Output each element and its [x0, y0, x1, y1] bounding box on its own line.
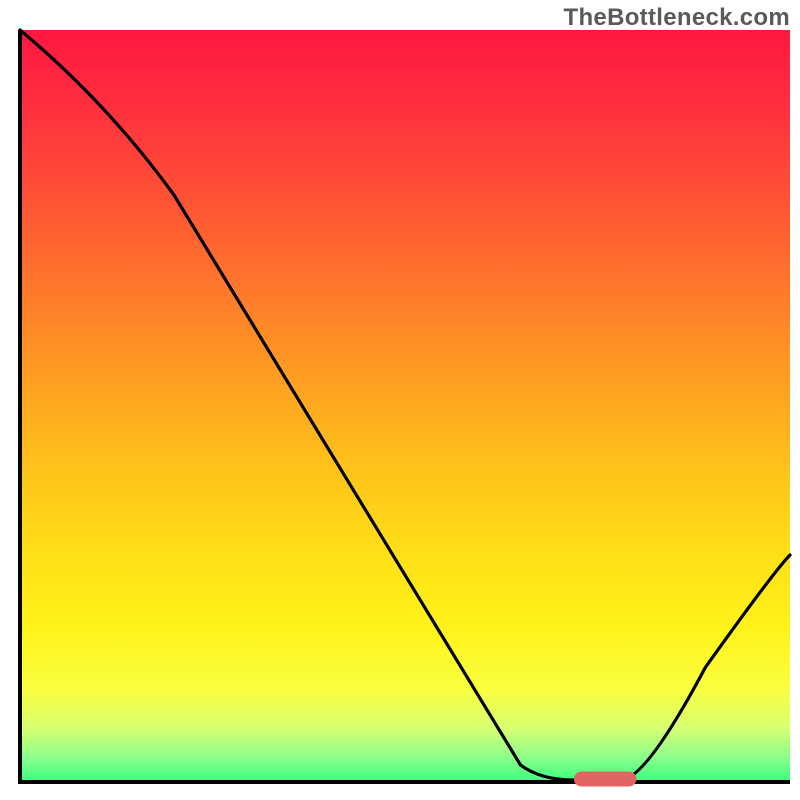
bottleneck-chart [0, 0, 800, 800]
plot-background [20, 30, 790, 780]
watermark-text: TheBottleneck.com [564, 4, 790, 32]
optimum-marker [574, 772, 636, 786]
chart-root: TheBottleneck.com [0, 0, 800, 800]
